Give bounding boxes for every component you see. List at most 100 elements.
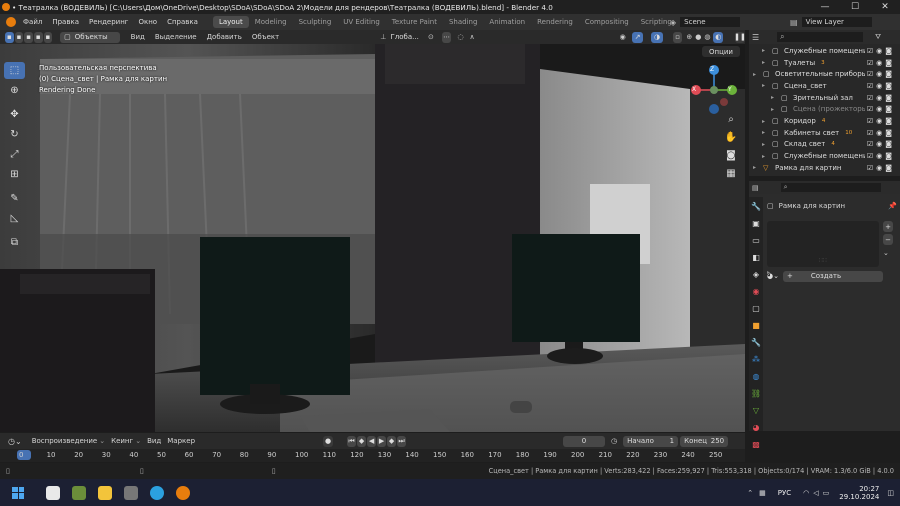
battery-icon[interactable]: ▭ <box>823 489 830 497</box>
select-extend-icon[interactable]: ▪ <box>14 31 24 43</box>
options-dropdown[interactable]: Опции <box>702 46 740 57</box>
tool-tab-icon[interactable]: 🔧 <box>749 202 763 211</box>
tray-app-icon[interactable]: ▦ <box>759 489 766 497</box>
material-tab-icon[interactable]: ◕ <box>749 423 763 432</box>
properties-search-icon[interactable]: ⌕ <box>780 183 881 192</box>
proportional-edit-icon[interactable]: ◌ <box>457 33 463 41</box>
expand-arrow-icon[interactable]: ▸ <box>771 94 779 101</box>
render-tab-icon[interactable]: ▣ <box>749 219 763 228</box>
transform-orientation-dropdown[interactable]: Глоба... <box>389 32 420 43</box>
edge-browser-icon[interactable] <box>150 485 164 500</box>
keying-menu[interactable]: Кеинг <box>111 437 133 445</box>
marker-menu[interactable]: Маркер <box>167 437 195 445</box>
outliner-row[interactable]: ▸ ▢ Сцена_свет ☑◉◙ <box>749 80 900 92</box>
outliner-row[interactable]: ▸ ▢ Зрительный зал ☑◉◙ <box>749 92 900 104</box>
menu-edit[interactable]: Правка <box>47 18 84 26</box>
menu-add[interactable]: Добавить <box>202 33 247 41</box>
visibility-controls[interactable]: ☑◉◙ <box>867 70 895 78</box>
cube-app-icon[interactable] <box>124 485 138 500</box>
tab-animation[interactable]: Animation <box>483 16 531 28</box>
visibility-controls[interactable]: ☑◉◙ <box>867 117 895 125</box>
pause-render-button[interactable]: ❚❚ <box>734 31 746 43</box>
volume-icon[interactable]: ◁ <box>813 489 818 497</box>
expand-arrow-icon[interactable]: ▸ <box>753 164 761 171</box>
texture-tab-icon[interactable]: ▩ <box>749 440 763 449</box>
notifications-icon[interactable]: ◫ <box>887 489 894 497</box>
end-frame-field[interactable]: Конец 250 <box>680 435 729 447</box>
pin-icon[interactable]: 📌 <box>888 202 897 210</box>
constraints-tab-icon[interactable]: ⛓ <box>749 389 763 398</box>
menu-render[interactable]: Рендеринг <box>84 18 134 26</box>
visibility-icon[interactable]: ◉ <box>620 33 626 41</box>
visibility-controls[interactable]: ☑◉◙ <box>867 94 895 102</box>
expand-arrow-icon[interactable]: ▸ <box>762 153 770 160</box>
expand-arrow-icon[interactable]: ▸ <box>762 129 770 136</box>
properties-editor-icon[interactable]: ▤ <box>752 184 759 192</box>
filter-icon[interactable]: ⛛ <box>875 33 881 42</box>
pivot-icon[interactable]: ⊙ <box>428 33 434 41</box>
tab-layout[interactable]: Layout <box>212 16 249 28</box>
expand-arrow-icon[interactable]: ▸ <box>762 118 770 125</box>
scale-tool-icon[interactable]: ⤢ <box>4 146 25 163</box>
play-button[interactable]: ▶ <box>377 435 387 447</box>
outliner-row[interactable]: ▸ ▢ Служебные помещения ☑◉◙ <box>749 150 900 162</box>
overlay-toggle[interactable]: ◑ <box>651 31 663 43</box>
ortho-grid-icon[interactable]: ▦ <box>722 168 740 186</box>
next-keyframe-button[interactable]: ◆ <box>387 435 397 447</box>
close-button[interactable]: ✕ <box>870 0 900 14</box>
expand-arrow-icon[interactable]: ▸ <box>762 141 770 148</box>
shading-wireframe-icon[interactable]: ⊕ <box>686 33 692 41</box>
falloff-icon[interactable]: ∧ <box>470 33 475 41</box>
outliner-editor-icon[interactable]: ☰ <box>752 33 759 42</box>
outliner-row[interactable]: ▸ ▢ Служебные помещения ☑◉◙ <box>749 45 900 57</box>
menu-help[interactable]: Справка <box>162 18 203 26</box>
minimize-button[interactable]: — <box>810 0 840 14</box>
cursor-tool-icon[interactable]: ⊕ <box>4 82 25 99</box>
output-tab-icon[interactable]: ▭ <box>749 236 763 245</box>
outliner-row[interactable]: ▸ ▢ Осветительные приборы ☑◉◙ <box>749 68 900 80</box>
select-subtract-icon[interactable]: ▪ <box>24 31 33 43</box>
scene-selector[interactable]: ◈ Scene <box>670 16 750 28</box>
zoom-icon[interactable]: ⌕ <box>722 114 740 132</box>
snap-toggle[interactable]: ⋯ <box>441 31 452 43</box>
tab-uv-editing[interactable]: UV Editing <box>337 16 386 28</box>
visibility-controls[interactable]: ☑◉◙ <box>867 105 895 113</box>
measure-tool-icon[interactable]: ◺ <box>4 210 25 227</box>
remove-slot-button[interactable]: − <box>883 234 893 245</box>
data-tab-icon[interactable]: ▽ <box>749 406 763 415</box>
select-tool-icon[interactable]: ⬚ <box>4 62 25 79</box>
store-icon[interactable] <box>46 485 60 500</box>
add-cube-tool-icon[interactable]: ⧉ <box>4 234 25 251</box>
xray-toggle[interactable]: ▫ <box>672 31 683 43</box>
jump-end-button[interactable]: ⏭ <box>397 435 407 447</box>
tab-modeling[interactable]: Modeling <box>249 16 293 28</box>
record-button[interactable]: ● <box>323 435 334 447</box>
tab-shading[interactable]: Shading <box>443 16 483 28</box>
outliner-row[interactable]: ▸ ▢ Туалеты 3 ☑◉◙ <box>749 57 900 69</box>
expand-arrow-icon[interactable]: ▸ <box>771 106 779 113</box>
expand-arrow-icon[interactable]: ▸ <box>762 59 770 66</box>
collection-tab-icon[interactable]: ▢ <box>749 304 763 313</box>
object-tab-icon[interactable]: ■ <box>749 321 763 330</box>
tray-chevron-icon[interactable]: ⌃ <box>747 489 753 497</box>
timeline-editor-icon[interactable]: ◷⌄ <box>8 437 22 446</box>
preview-range-icon[interactable]: ◷ <box>611 437 617 445</box>
jump-start-button[interactable]: ⏮ <box>347 435 357 447</box>
start-frame-field[interactable]: Начало 1 <box>623 435 679 447</box>
visibility-controls[interactable]: ☑◉◙ <box>867 152 895 160</box>
view-layer-selector[interactable]: ▤ View Layer <box>790 16 880 28</box>
outliner-row[interactable]: ▸ ▢ Сцена (прожекторы) ☑◉◙ <box>749 104 900 116</box>
visibility-controls[interactable]: ☑◉◙ <box>867 140 895 148</box>
visibility-controls[interactable]: ☑◉◙ <box>867 47 895 55</box>
visibility-controls[interactable]: ☑◉◙ <box>867 129 895 137</box>
camera-view-icon[interactable]: ◙ <box>722 150 740 168</box>
visibility-controls[interactable]: ☑◉◙ <box>867 164 895 172</box>
world-tab-icon[interactable]: ◉ <box>749 287 763 296</box>
visibility-controls[interactable]: ☑◉◙ <box>867 59 895 67</box>
gizmo-toggle[interactable]: ↗ <box>631 31 644 43</box>
menu-window[interactable]: Окно <box>133 18 162 26</box>
lang-indicator[interactable]: РУС <box>778 489 791 497</box>
outliner-row[interactable]: ▸ ▽ Рамка для картин ☑◉◙ <box>749 162 900 174</box>
slot-menu-icon[interactable]: ⌄ <box>883 249 889 257</box>
material-slot-list[interactable]: ∷∷ <box>767 221 879 267</box>
